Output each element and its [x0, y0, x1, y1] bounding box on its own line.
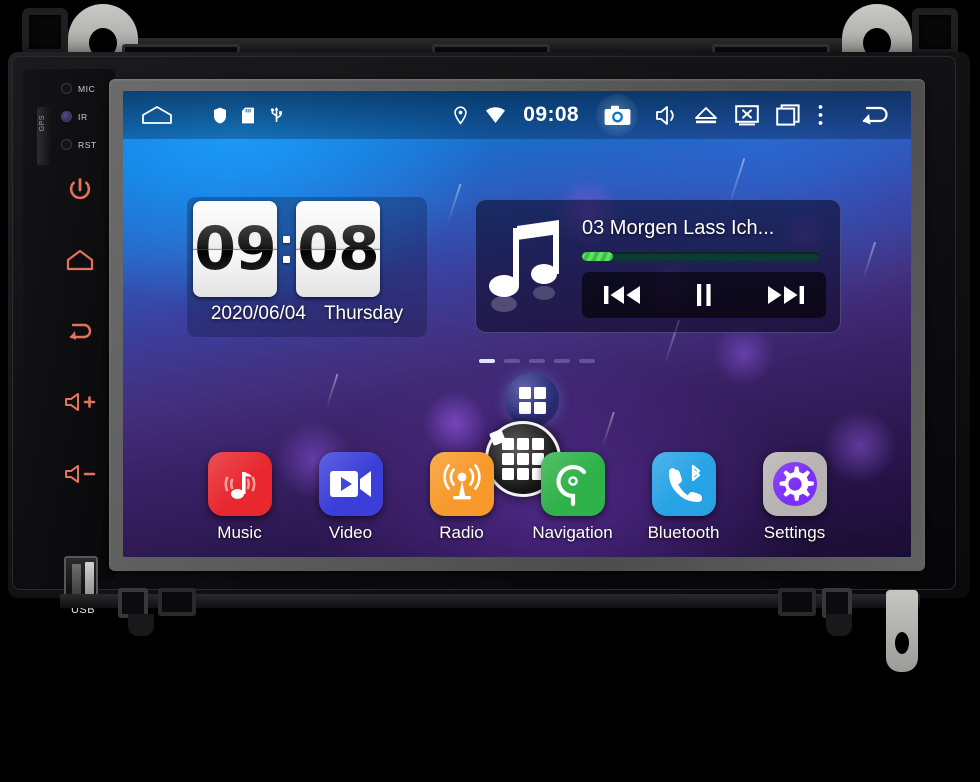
volume-down-button[interactable]: [63, 457, 97, 491]
track-title: 03 Morgen Lass Ich...: [582, 216, 775, 239]
indicator-ir: IR: [61, 111, 88, 122]
volume-up-icon: [65, 393, 96, 411]
grid-4-icon: [518, 386, 546, 414]
next-track-button[interactable]: [747, 272, 823, 318]
dock-app-label: Settings: [763, 523, 826, 542]
indicator-rst: RST: [61, 139, 97, 150]
page-dot[interactable]: [554, 359, 570, 363]
left-hardware-panel: GPS MIC IR RST USB: [23, 69, 115, 616]
dock-app-label: Music: [217, 523, 262, 542]
bracket-clip-right: [912, 8, 958, 56]
page-dot[interactable]: [579, 359, 595, 363]
mic-led-icon: [61, 83, 72, 94]
dock-app-radio[interactable]: Radio: [406, 452, 517, 543]
radio-app-icon[interactable]: [429, 452, 494, 516]
back-button[interactable]: [63, 315, 97, 349]
speaker-mute-icon: [656, 105, 674, 125]
location-pin-icon: [453, 105, 468, 125]
pause-icon: [696, 283, 711, 306]
eject-button[interactable]: [694, 105, 718, 125]
screen-off-icon: [735, 104, 759, 125]
dock-app-video[interactable]: Video: [295, 452, 406, 543]
eject-icon: [695, 107, 717, 124]
recent-apps-button[interactable]: [776, 104, 800, 126]
head-unit-face: GPS MIC IR RST USB 09:08 09 08 2020/06/0…: [12, 56, 956, 616]
bracket-metal-tab-right: [842, 4, 912, 56]
touchscreen-display[interactable]: 09:08 09 08 2020/06/04 Thursday 03 Morge…: [123, 91, 911, 557]
clock-minutes: 08: [296, 201, 380, 297]
dock-app-label: Video: [328, 523, 373, 542]
dock-app-music[interactable]: Music: [184, 452, 295, 543]
bracket-clip-left: [22, 8, 68, 56]
dock-app-bluetooth[interactable]: Bluetooth: [628, 452, 739, 543]
home-button[interactable]: [63, 243, 97, 277]
navigation-app-icon[interactable]: [540, 452, 605, 516]
music-player-widget[interactable]: 03 Morgen Lass Ich...: [475, 199, 841, 333]
clock-weekday: Thursday: [323, 303, 404, 324]
recent-apps-icon: [776, 104, 800, 126]
back-arrow-icon: [862, 106, 888, 125]
wifi-icon: [485, 106, 506, 124]
playback-progress-fill: [582, 251, 613, 261]
music-app-icon[interactable]: [207, 452, 272, 516]
bracket-metal-tab-bottom: [886, 590, 918, 672]
skip-previous-icon: [603, 285, 640, 304]
home-outline-icon[interactable]: [141, 104, 173, 126]
clock-date: 2020/06/04: [210, 303, 306, 324]
indicator-mic: MIC: [61, 83, 95, 94]
head-unit-body: GPS MIC IR RST USB 09:08 09 08 2020/06/0…: [8, 52, 970, 616]
app-dock: Music Video Radio Navigation Bluetooth S…: [123, 452, 911, 543]
ir-label: IR: [78, 111, 88, 122]
page-dot[interactable]: [529, 359, 545, 363]
page-dot[interactable]: [479, 359, 495, 363]
bluetooth-app-icon[interactable]: [651, 452, 716, 516]
power-icon: [69, 178, 91, 200]
pause-button[interactable]: [666, 272, 742, 318]
more-vertical-icon: [818, 105, 823, 125]
page-indicator[interactable]: [479, 359, 595, 363]
camera-button[interactable]: [596, 94, 638, 136]
bracket-block: [158, 588, 196, 616]
page-dot[interactable]: [504, 359, 520, 363]
rst-label: RST: [78, 139, 97, 150]
dock-app-navigation[interactable]: Navigation: [517, 452, 628, 543]
screen-off-button[interactable]: [735, 104, 759, 126]
clock-hours: 09: [193, 201, 277, 297]
widgets-button[interactable]: [505, 373, 559, 427]
gps-label: GPS: [39, 115, 46, 132]
bracket-foot: [826, 614, 852, 636]
volume-up-button[interactable]: [63, 385, 97, 419]
dock-app-label: Navigation: [532, 523, 613, 542]
overflow-menu-button[interactable]: [817, 104, 824, 126]
mic-label: MIC: [78, 83, 96, 94]
back-arrow-icon: [69, 323, 92, 340]
skip-next-icon: [768, 285, 805, 304]
bracket-foot: [128, 614, 154, 636]
usb-icon: [269, 106, 284, 124]
sd-card-icon: [241, 107, 255, 124]
flip-clock-widget[interactable]: 09 08 2020/06/04 Thursday: [187, 197, 427, 337]
ir-led-icon: [61, 111, 72, 122]
home-icon: [66, 249, 94, 271]
dock-app-label: Radio: [439, 523, 484, 542]
back-button[interactable]: [857, 103, 891, 127]
previous-track-button[interactable]: [585, 272, 661, 318]
reset-button-icon[interactable]: [61, 139, 72, 150]
power-button[interactable]: [63, 173, 97, 207]
volume-down-icon: [65, 465, 96, 483]
dock-app-settings[interactable]: Settings: [739, 452, 850, 543]
shield-icon: [213, 107, 227, 124]
status-bar-time: 09:08: [523, 103, 579, 126]
dock-app-label: Bluetooth: [647, 523, 720, 542]
bracket-block: [778, 588, 816, 616]
status-bar: 09:08: [123, 91, 911, 139]
clock-colon: [283, 235, 290, 263]
camera-icon: [604, 105, 630, 125]
playback-progress-bar[interactable]: [582, 251, 820, 261]
settings-app-icon[interactable]: [762, 452, 827, 516]
bottom-mounting-bracket: [0, 586, 980, 676]
video-app-icon[interactable]: [318, 452, 383, 516]
music-note-icon: [476, 220, 580, 312]
mute-button[interactable]: [655, 105, 677, 126]
